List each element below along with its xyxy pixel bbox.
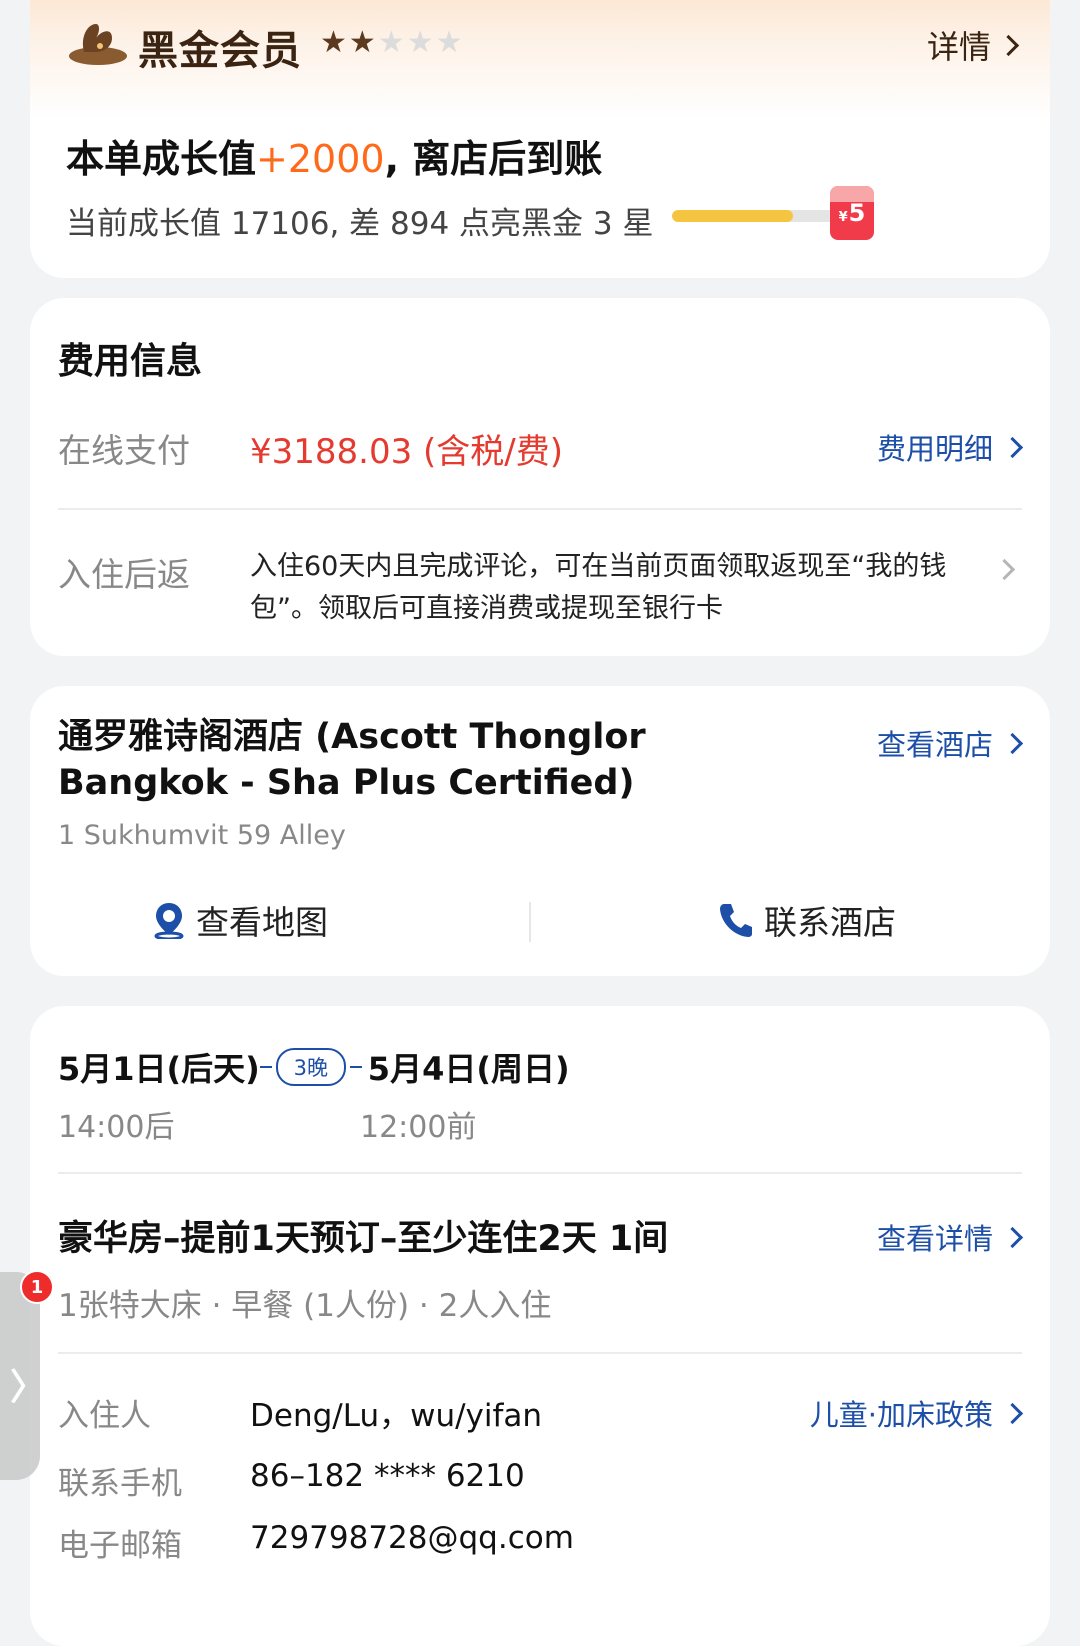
guest-label: 入住人 xyxy=(58,1398,151,1434)
divider xyxy=(58,1172,1022,1174)
checkin-time: 14:00后 xyxy=(58,1110,175,1145)
member-logo-icon xyxy=(69,24,127,65)
star-icon: ★ xyxy=(348,25,376,60)
chevron-right-icon xyxy=(1001,732,1024,754)
room-subtitle: 1张特大床 · 早餐 (1人份) · 2人入住 xyxy=(58,1288,552,1324)
fee-detail-label: 费用明细 xyxy=(876,432,993,466)
map-pin-icon xyxy=(154,903,184,939)
checkout-time: 12:00前 xyxy=(360,1110,477,1145)
email-label: 电子邮箱 xyxy=(58,1528,182,1564)
contact-hotel-label: 联系酒店 xyxy=(764,903,896,942)
growth-headline: 本单成长值+2000, 离店后到账 xyxy=(66,128,602,183)
fee-section-title: 费用信息 xyxy=(58,341,203,382)
nights-badge: 3晚 xyxy=(275,1048,346,1086)
chevron-right-icon xyxy=(1001,1226,1024,1248)
star-icon: ★ xyxy=(377,25,405,60)
action-separator xyxy=(529,902,531,942)
fee-card: 费用信息 在线支付 ¥3188.03 (含税/费) 费用明细 入住后返 入住60… xyxy=(30,298,1050,656)
chevron-right-icon xyxy=(1001,1402,1024,1424)
star-icon: ★ xyxy=(435,25,463,60)
booking-card: 5月1日(后天) 3晚 5月4日(周日) 14:00后 12:00前 豪华房–提… xyxy=(30,1006,1050,1646)
room-detail-link[interactable]: 查看详情 xyxy=(876,1216,1024,1258)
notification-badge: 1 xyxy=(20,1270,54,1304)
member-detail-label: 详情 xyxy=(926,28,991,66)
view-hotel-label: 查看酒店 xyxy=(876,728,993,762)
divider xyxy=(58,1352,1022,1354)
cashback-label: 入住后返 xyxy=(58,555,190,594)
chevron-right-icon[interactable] xyxy=(993,558,1016,581)
phone-icon xyxy=(720,904,752,937)
member-title: 黑金会员 xyxy=(138,28,302,74)
chevron-right-icon xyxy=(1001,436,1024,458)
cashback-description[interactable]: 入住60天内且完成评论，可在当前页面领取返现至“我的钱包”。领取后可直接消费或提… xyxy=(250,546,970,630)
child-bed-policy-link[interactable]: 儿童·加床政策 xyxy=(809,1392,1024,1434)
room-title: 豪华房–提前1天预订–至少连住2天 1间 xyxy=(58,1219,669,1259)
online-pay-amount: ¥3188.03 (含税/费) xyxy=(250,432,564,472)
reward-amount: 5 xyxy=(848,199,866,227)
hotel-actions: 查看地图 联系酒店 xyxy=(30,888,1050,952)
red-packet-icon[interactable]: ¥5 xyxy=(830,186,874,240)
member-stars: ★ ★ ★ ★ ★ xyxy=(320,26,463,60)
hotel-name: 通罗雅诗阁酒店 (Ascott Thonglor Bangkok - Sha P… xyxy=(58,717,646,803)
member-card: 黑金会员 ★ ★ ★ ★ ★ 详情 本单成长值+2000, 离店后到账 当前成长… xyxy=(30,0,1050,278)
stay-dates: 5月1日(后天) 3晚 5月4日(周日) xyxy=(58,1044,570,1090)
date-connector xyxy=(259,1066,272,1068)
growth-amount: +2000 xyxy=(256,137,385,181)
email-value: 729798728@qq.com xyxy=(250,1520,574,1556)
growth-prefix: 本单成长值 xyxy=(66,137,257,181)
fee-detail-link[interactable]: 费用明细 xyxy=(876,426,1024,468)
contact-hotel-button[interactable]: 联系酒店 xyxy=(718,888,896,952)
view-map-button[interactable]: 查看地图 xyxy=(152,888,328,952)
child-bed-policy-label: 儿童·加床政策 xyxy=(809,1398,993,1432)
date-connector xyxy=(349,1066,362,1068)
checkin-date: 5月1日(后天) xyxy=(58,1050,260,1088)
checkout-date: 5月4日(周日) xyxy=(367,1050,570,1088)
star-icon: ★ xyxy=(320,25,347,60)
chevron-right-icon: 〉 xyxy=(10,1367,47,1408)
phone-value: 86–182 **** 6210 xyxy=(250,1458,525,1494)
view-hotel-link[interactable]: 查看酒店 xyxy=(876,722,1024,764)
view-map-label: 查看地图 xyxy=(196,903,328,942)
guest-value: Deng/Lu，wu/yifan xyxy=(250,1398,543,1434)
divider xyxy=(58,508,1022,510)
reward-currency: ¥ xyxy=(838,209,848,225)
chevron-right-icon xyxy=(997,34,1020,56)
online-pay-label: 在线支付 xyxy=(58,431,190,470)
hotel-address: 1 Sukhumvit 59 Alley xyxy=(58,820,346,851)
growth-progress-fill xyxy=(672,210,794,222)
member-detail-link[interactable]: 详情 xyxy=(926,22,1020,68)
growth-suffix: , 离店后到账 xyxy=(384,137,603,181)
phone-label: 联系手机 xyxy=(58,1466,182,1502)
room-detail-label: 查看详情 xyxy=(876,1222,993,1256)
hotel-card: 通罗雅诗阁酒店 (Ascott Thonglor Bangkok - Sha P… xyxy=(30,686,1050,976)
growth-progress-bar xyxy=(672,210,836,222)
growth-subtext: 当前成长值 17106, 差 894 点亮黑金 3 星 xyxy=(66,206,654,242)
star-icon: ★ xyxy=(406,25,434,60)
